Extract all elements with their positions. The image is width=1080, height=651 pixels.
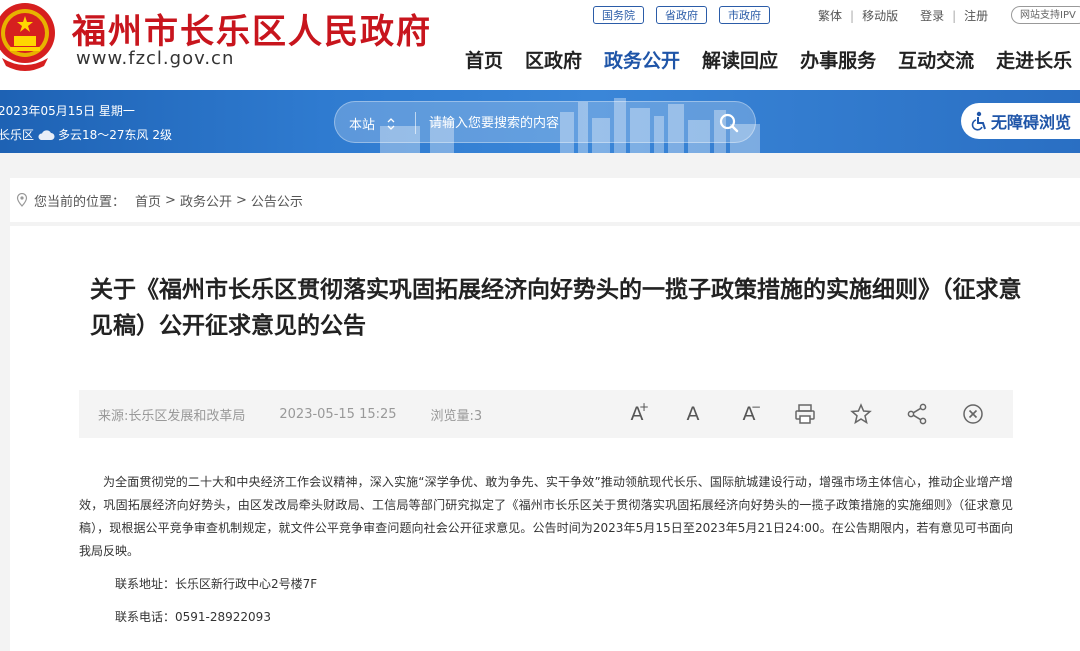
accessibility-label: 无障碍浏览 [991, 113, 1072, 132]
nav-item-interpretation[interactable]: 解读回应 [702, 46, 778, 73]
gov-link-province[interactable]: 省政府 [656, 6, 707, 24]
nav-item-about[interactable]: 走进长乐 [996, 46, 1072, 73]
location-pin-icon [16, 193, 28, 207]
breadcrumb-prefix: 您当前的位置： [34, 194, 126, 210]
register-link[interactable]: 注册 [964, 7, 988, 24]
search-box: 本站 [334, 101, 756, 143]
banner: 2023年05月15日 星期一 长乐区 多云18～27东风 2级 本站 无障碍浏… [0, 90, 1080, 153]
article-date: 2023-05-15 15:25 [279, 406, 397, 422]
article-views: 浏览量:3 [430, 408, 483, 424]
accessibility-icon [971, 111, 986, 131]
search-input[interactable] [429, 112, 709, 134]
contact-address: 联系地址：长乐区新行政中心2号楼7F [115, 577, 318, 591]
article-source: 来源:长乐区发展和改革局 [98, 408, 246, 424]
site-title[interactable]: 福州市长乐区人民政府 [72, 4, 432, 53]
date-display: 2023年05月15日 星期一 [0, 104, 135, 118]
article: 关于《福州市长乐区贯彻落实巩固拓展经济向好势头的一揽子政策措施的实施细则》（征求… [10, 226, 1080, 651]
contact-phone: 联系电话：0591-28922093 [115, 610, 271, 624]
divider: | [952, 8, 957, 23]
breadcrumb-announcements[interactable]: 公告公示 [251, 191, 303, 210]
share-icon[interactable] [904, 402, 930, 426]
article-body: 为全面贯彻党的二十大和中央经济工作会议精神，深入实施“深学争优、敢为争先、实干争… [79, 471, 1013, 629]
gov-links: 国务院 省政府 市政府 [593, 6, 770, 24]
accessibility-button[interactable]: 无障碍浏览 [961, 103, 1080, 139]
font-increase-icon[interactable]: A + [624, 400, 650, 426]
font-decrease-icon[interactable]: A − [736, 400, 762, 426]
nav-item-gov-affairs[interactable]: 政务公开 [604, 46, 680, 73]
site-header: 福州市长乐区人民政府 www.fzcl.gov.cn 国务院 省政府 市政府 繁… [0, 0, 1080, 90]
print-icon[interactable] [792, 402, 818, 426]
nav-item-interaction[interactable]: 互动交流 [898, 46, 974, 73]
article-tools: A + A A − [624, 400, 986, 426]
location-label: 长乐区 [0, 128, 35, 142]
search-scope-label: 本站 [349, 118, 376, 133]
cloud-icon [38, 129, 55, 140]
article-paragraph: 为全面贯彻党的二十大和中央经济工作会议精神，深入实施“深学争优、敢为争先、实干争… [79, 475, 1013, 558]
font-default-icon[interactable]: A [680, 402, 706, 426]
article-meta-bar: 来源:长乐区发展和改革局 2023-05-15 15:25 浏览量:3 A + A… [79, 390, 1013, 438]
weather-display: 长乐区 多云18～27东风 2级 [0, 126, 172, 143]
updown-arrow-icon [387, 117, 395, 130]
divider [415, 112, 416, 134]
gov-link-city[interactable]: 市政府 [719, 6, 770, 24]
mobile-link[interactable]: 移动版 [862, 7, 898, 24]
breadcrumb-home[interactable]: 首页 [135, 191, 161, 210]
article-title: 关于《福州市长乐区贯彻落实巩固拓展经济向好势头的一揽子政策措施的实施细则》（征求… [90, 277, 1022, 339]
breadcrumb-gov-affairs[interactable]: 政务公开 [180, 191, 232, 210]
close-icon[interactable] [960, 402, 986, 426]
search-scope-select[interactable]: 本站 [349, 114, 395, 133]
traditional-link[interactable]: 繁体 [818, 7, 842, 24]
search-icon[interactable] [717, 111, 741, 135]
divider: | [850, 8, 855, 23]
utility-links: 繁体 | 移动版 登录 | 注册 [818, 7, 988, 24]
nav-item-home[interactable]: 首页 [465, 46, 503, 73]
nav-item-district-gov[interactable]: 区政府 [525, 46, 582, 73]
main-nav: 首页 区政府 政务公开 解读回应 办事服务 互动交流 走进长乐 [465, 46, 1080, 73]
weather-label: 多云18～27东风 2级 [58, 128, 173, 142]
breadcrumb: 您当前的位置： 首页 > 政务公开 > 公告公示 [10, 178, 1080, 222]
breadcrumb-separator: > [235, 192, 247, 208]
emblem-icon[interactable] [0, 0, 58, 72]
gov-link-state-council[interactable]: 国务院 [593, 6, 644, 24]
login-link[interactable]: 登录 [920, 7, 944, 24]
breadcrumb-separator: > [165, 192, 176, 208]
site-domain: www.fzcl.gov.cn [76, 48, 235, 69]
nav-item-services[interactable]: 办事服务 [800, 46, 876, 73]
ipv6-badge: 网站支持IPV [1011, 6, 1080, 24]
star-icon[interactable] [848, 402, 874, 426]
